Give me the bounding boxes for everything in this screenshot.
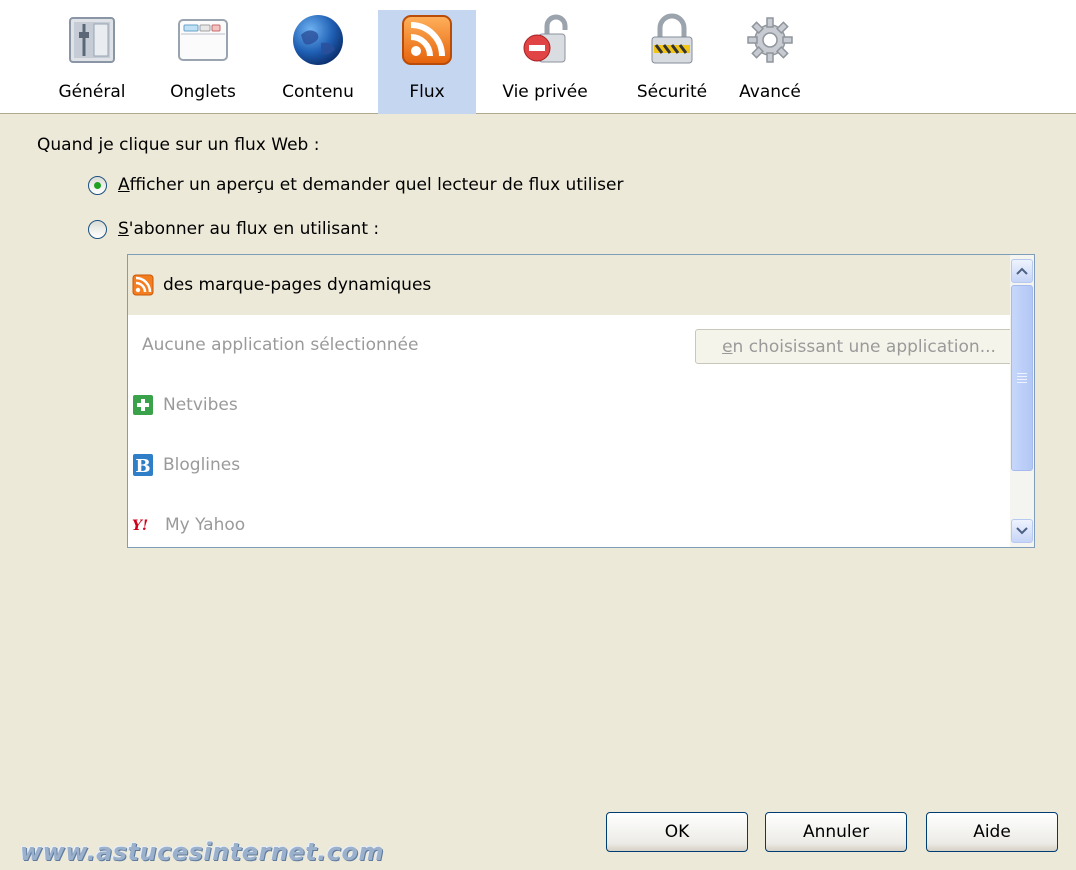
gear-icon — [742, 12, 798, 68]
subscribe-option-label: S'abonner au flux en utilisant : — [118, 219, 380, 239]
bloglines-icon: B — [133, 454, 153, 477]
tab-privacy[interactable]: Vie privée — [482, 10, 608, 114]
list-item[interactable]: Aucune application sélectionnée en chois… — [128, 315, 1029, 375]
tab-advanced[interactable]: Avancé — [728, 10, 812, 114]
option-subscribe-radio-row[interactable]: S'abonner au flux en utilisant : — [88, 219, 379, 239]
scroll-thumb[interactable] — [1011, 285, 1033, 471]
general-settings-icon — [64, 12, 120, 68]
netvibes-icon — [133, 395, 153, 415]
rss-feed-icon — [399, 12, 455, 68]
tab-tabs-label: Onglets — [170, 82, 236, 102]
preferences-toolbar: Général Onglets Contenu Flux Vie privée … — [0, 0, 1076, 114]
help-button[interactable]: Aide — [926, 812, 1058, 852]
ok-button[interactable]: OK — [606, 812, 748, 852]
option-preview-radio-row[interactable]: Afficher un aperçu et demander quel lect… — [88, 175, 623, 195]
tab-advanced-label: Avancé — [739, 82, 801, 102]
globe-icon — [290, 12, 346, 68]
tabs-window-icon — [175, 12, 231, 68]
tab-privacy-label: Vie privée — [502, 82, 588, 102]
list-scrollbar[interactable] — [1010, 255, 1034, 547]
security-padlock-icon — [644, 12, 700, 68]
tab-content-label: Contenu — [282, 82, 354, 102]
tab-security[interactable]: Sécurité — [616, 10, 728, 114]
choose-application-button[interactable]: en choisissant une application... — [695, 329, 1023, 364]
preview-radio[interactable] — [88, 175, 107, 195]
list-item[interactable]: B Bloglines — [128, 435, 1029, 495]
feed-reader-list[interactable]: des marque-pages dynamiques Aucune appli… — [127, 254, 1035, 548]
svg-text:B: B — [135, 456, 150, 477]
tab-content[interactable]: Contenu — [258, 10, 378, 114]
grip-icon — [1017, 371, 1027, 385]
subscribe-radio[interactable] — [88, 219, 107, 239]
tab-general[interactable]: Général — [36, 10, 148, 114]
no-app-label: Aucune application sélectionnée — [142, 335, 419, 355]
live-bookmarks-label: des marque-pages dynamiques — [163, 275, 432, 295]
tab-general-label: Général — [58, 82, 126, 102]
my-yahoo-label: My Yahoo — [165, 515, 246, 535]
privacy-lock-icon — [517, 12, 573, 68]
svg-text:Y!: Y! — [132, 518, 148, 534]
list-item[interactable]: Netvibes — [128, 375, 1029, 435]
tab-security-label: Sécurité — [636, 82, 708, 102]
tab-tabs[interactable]: Onglets — [148, 10, 258, 114]
cancel-button[interactable]: Annuler — [765, 812, 907, 852]
feed-click-heading: Quand je clique sur un flux Web : — [37, 135, 320, 155]
netvibes-label: Netvibes — [163, 395, 238, 415]
bloglines-label: Bloglines — [163, 455, 241, 475]
preview-option-label: Afficher un aperçu et demander quel lect… — [118, 175, 624, 195]
chevron-up-icon — [1016, 267, 1028, 275]
tab-feeds-label: Flux — [409, 82, 445, 102]
scroll-down-button[interactable] — [1011, 519, 1033, 543]
yahoo-icon: Y! — [132, 518, 148, 534]
rss-feed-icon — [132, 274, 154, 296]
scroll-up-button[interactable] — [1011, 259, 1033, 283]
watermark: www.astucesinternet.com — [20, 838, 384, 866]
tab-feeds[interactable]: Flux — [378, 10, 476, 114]
list-item[interactable]: Y! My Yahoo — [128, 495, 1029, 547]
list-item[interactable]: des marque-pages dynamiques — [128, 255, 1029, 315]
chevron-down-icon — [1016, 527, 1028, 535]
